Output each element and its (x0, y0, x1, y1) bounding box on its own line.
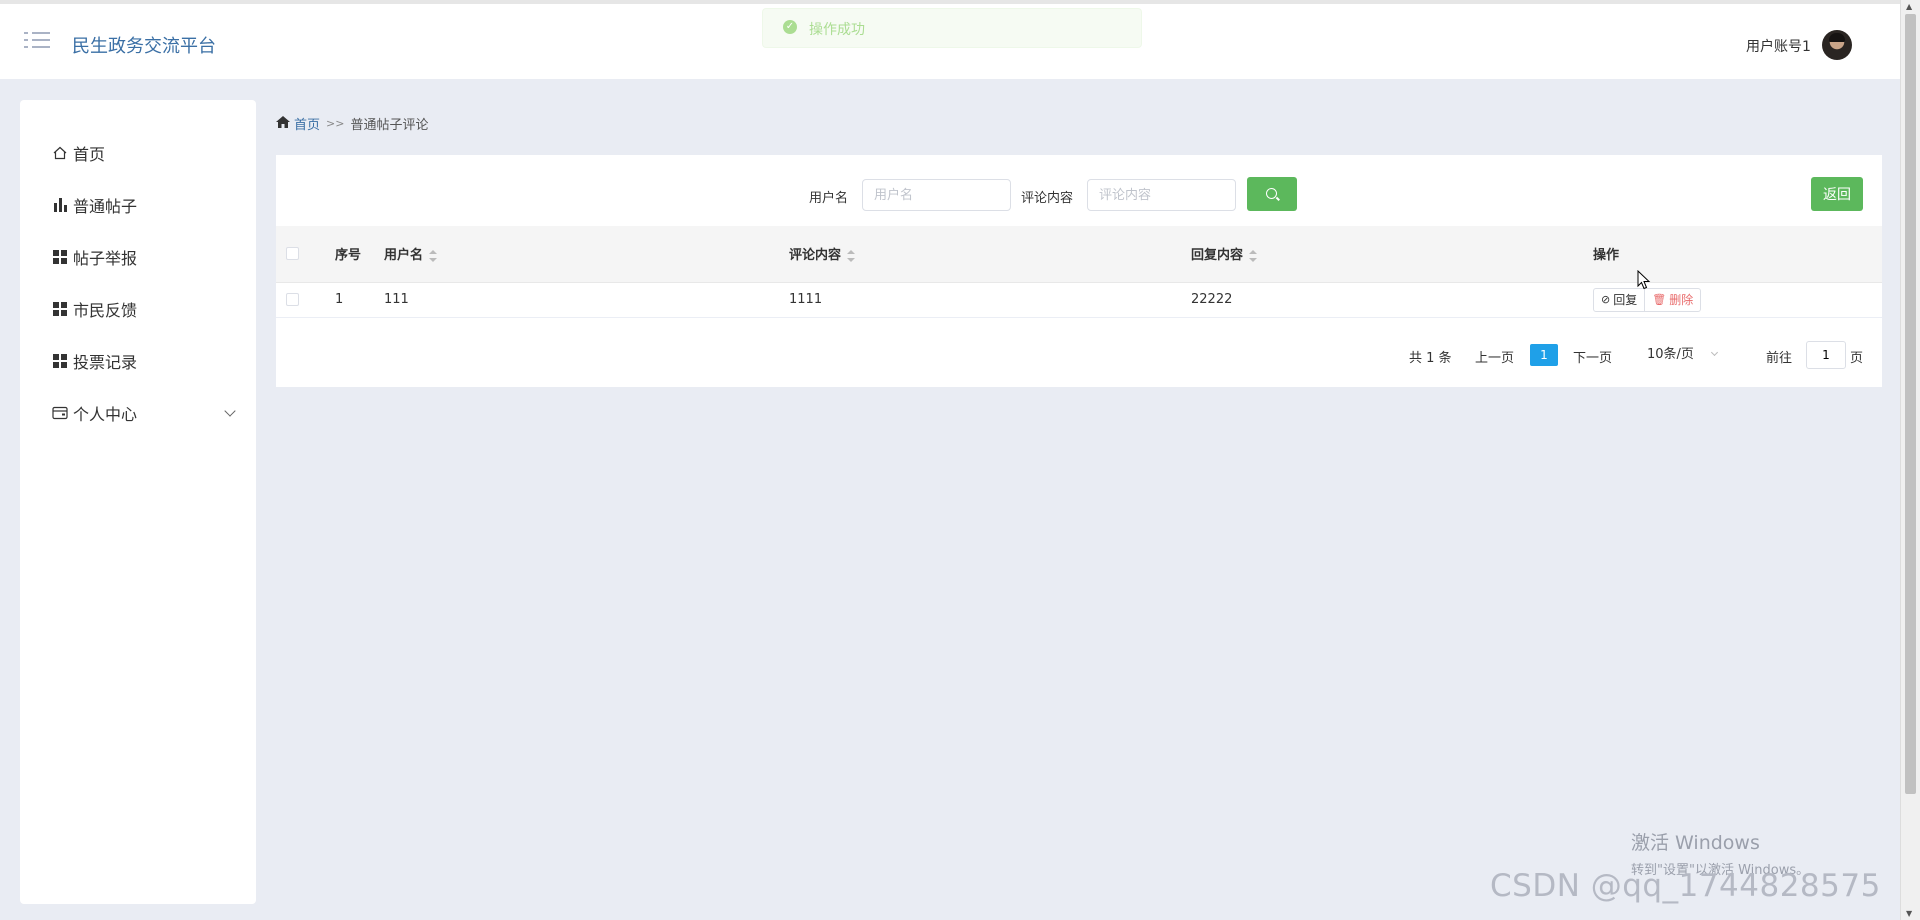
pagination: 共 1 条 上一页 1 下一页 10条/页 前往 页 (276, 341, 1882, 371)
check-circle-icon: ✓ (783, 20, 797, 34)
scrollbar-thumb[interactable] (1905, 14, 1916, 794)
comment-content-label: 评论内容 (1021, 191, 1074, 206)
toast-message: 操作成功 (809, 22, 865, 38)
sidebar-item-label: 个人中心 (73, 405, 138, 424)
mouse-cursor-icon (1637, 270, 1651, 290)
delete-button-label: 删除 (1669, 293, 1694, 307)
search-icon (1266, 188, 1277, 199)
breadcrumb-separator: >> (326, 117, 345, 130)
chevron-down-icon[interactable] (224, 405, 236, 417)
search-form: 用户名 评论内容 返回 (276, 177, 1882, 213)
goto-page-input[interactable] (1806, 341, 1846, 369)
sidebar: 首页 普通帖子 帖子举报 市民反馈 投票记录 个人中心 (20, 100, 256, 904)
reply-button[interactable]: ⊘ 回复 (1593, 287, 1646, 312)
sidebar-item-label: 市民反馈 (73, 301, 138, 320)
search-button[interactable] (1247, 177, 1297, 211)
comment-content-search-input[interactable] (1087, 179, 1236, 211)
username-label: 用户名 (809, 191, 849, 206)
trash-icon: 🗑 (1652, 293, 1667, 306)
next-page-button[interactable]: 下一页 (1573, 347, 1612, 366)
home-icon (276, 115, 290, 132)
grid-icon (52, 353, 68, 369)
page-number-current[interactable]: 1 (1530, 344, 1558, 366)
page-suffix: 页 (1850, 351, 1864, 366)
username-search-input[interactable] (862, 179, 1011, 211)
back-button[interactable]: 返回 (1811, 177, 1863, 211)
page-scrollbar[interactable]: ▲ ▼ (1900, 0, 1920, 920)
delete-button[interactable]: 🗑 删除 (1644, 287, 1702, 312)
select-all-checkbox[interactable] (286, 247, 299, 261)
top-header: 民生政务交流平台 ✓ 操作成功 用户账号1 (0, 0, 1900, 79)
cell-index: 1 (335, 282, 384, 318)
breadcrumb-home-link[interactable]: 首页 (294, 114, 320, 133)
sidebar-item-profile[interactable]: 个人中心 (20, 387, 256, 439)
column-header-reply[interactable]: 回复内容 (1191, 226, 1593, 283)
column-header-username[interactable]: 用户名 (384, 226, 789, 283)
column-header-index: 序号 (335, 226, 384, 283)
csdn-watermark: CSDN @qq_1744828575 (1490, 868, 1881, 904)
grid-icon (52, 249, 68, 265)
pagination-total: 共 1 条 (1409, 351, 1452, 366)
cell-comment: 1111 (789, 282, 1191, 318)
bar-chart-icon (52, 197, 68, 213)
sidebar-item-label: 帖子举报 (73, 249, 138, 268)
grid-icon (52, 301, 68, 317)
breadcrumb: 首页 >> 普通帖子评论 (276, 114, 428, 133)
sidebar-item-label: 投票记录 (73, 353, 138, 372)
menu-toggle-icon[interactable] (24, 32, 50, 54)
cell-reply: 22222 (1191, 282, 1593, 318)
column-header-label: 回复内容 (1191, 248, 1244, 264)
page-size-select[interactable]: 10条/页 (1643, 341, 1725, 369)
cell-username: 111 (384, 282, 789, 318)
goto-label: 前往 (1766, 351, 1793, 366)
user-account-name[interactable]: 用户账号1 (1746, 36, 1811, 56)
scroll-down-icon[interactable]: ▼ (1906, 909, 1912, 918)
column-header-comment[interactable]: 评论内容 (789, 226, 1191, 283)
sidebar-item-home[interactable]: 首页 (20, 127, 256, 179)
home-icon (52, 145, 68, 161)
reply-circle-icon: ⊘ (1601, 293, 1611, 306)
sidebar-item-label: 首页 (73, 145, 106, 164)
sidebar-item-posts[interactable]: 普通帖子 (20, 179, 256, 231)
sidebar-item-reports[interactable]: 帖子举报 (20, 231, 256, 283)
success-toast: ✓ 操作成功 (762, 8, 1142, 48)
sort-icon[interactable] (1249, 249, 1258, 262)
breadcrumb-current: 普通帖子评论 (350, 118, 429, 133)
column-header-label: 用户名 (384, 248, 424, 264)
sort-icon[interactable] (847, 249, 856, 262)
sort-icon[interactable] (429, 249, 438, 262)
reply-button-label: 回复 (1613, 293, 1638, 307)
prev-page-button[interactable]: 上一页 (1475, 347, 1514, 366)
page-size-value: 10条/页 (1647, 347, 1694, 362)
app-title: 民生政务交流平台 (72, 36, 216, 57)
sidebar-item-label: 普通帖子 (73, 197, 138, 216)
scroll-up-icon[interactable]: ▲ (1906, 2, 1912, 11)
windows-watermark-title: 激活 Windows (1631, 832, 1760, 854)
sidebar-item-feedback[interactable]: 市民反馈 (20, 283, 256, 335)
chevron-down-icon (1710, 348, 1719, 357)
wallet-icon (52, 405, 68, 421)
sidebar-item-votes[interactable]: 投票记录 (20, 335, 256, 387)
avatar[interactable] (1822, 30, 1852, 60)
column-header-label: 评论内容 (789, 248, 842, 264)
row-checkbox[interactable] (286, 293, 299, 306)
